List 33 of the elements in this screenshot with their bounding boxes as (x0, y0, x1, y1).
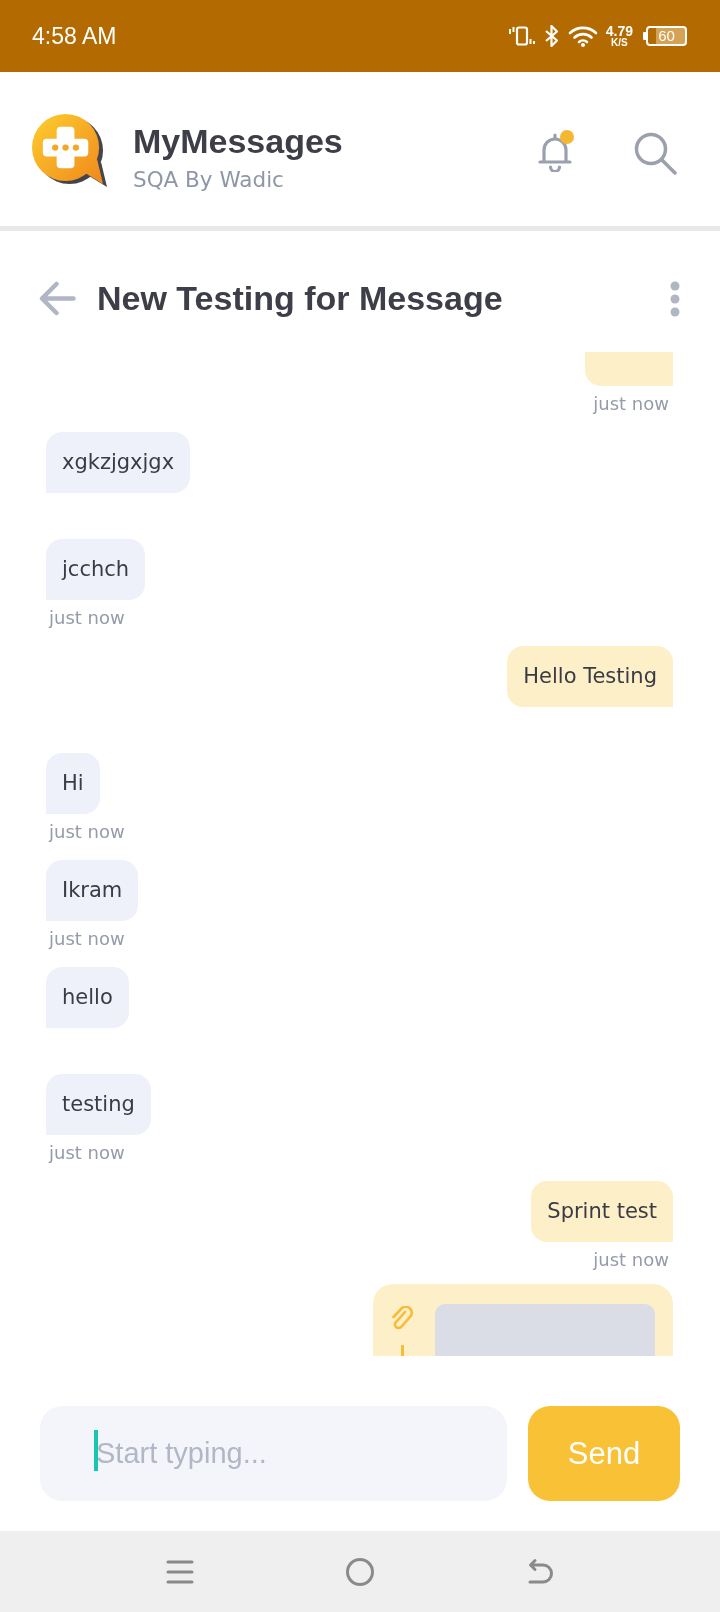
timestamp: just now (593, 1249, 669, 1271)
message-bubble: testing (46, 1074, 151, 1135)
timestamp: just now (593, 393, 669, 415)
message-input[interactable]: Start typing... (40, 1406, 507, 1501)
message-bubble: jcchch (46, 539, 146, 600)
search-icon[interactable] (634, 132, 677, 175)
message-bubble: Ikram (46, 860, 139, 921)
bluetooth-icon (543, 25, 560, 47)
timestamp: just now (49, 607, 125, 629)
app-title: MyMessages (133, 122, 343, 160)
message-bubble: Hi (46, 753, 100, 814)
bell-icon[interactable] (536, 132, 574, 172)
app-subtitle: SQA By Wadic (133, 167, 284, 193)
back-arrow-icon[interactable] (39, 280, 76, 317)
message-bubble: Hello Testing (507, 646, 673, 707)
more-options-icon[interactable] (670, 280, 680, 317)
chat-bubble-logo-icon (31, 113, 108, 188)
timestamp: just now (49, 821, 125, 843)
network-speed: 4.79 (605, 24, 633, 38)
wifi-icon (567, 25, 598, 47)
battery-percent: 60 (658, 28, 675, 44)
message-bubble: Sprint test (531, 1181, 673, 1242)
timestamp: just now (49, 928, 125, 950)
send-button[interactable]: Send (528, 1406, 680, 1501)
conversation-title: New Testing for Message (97, 279, 503, 318)
message-bubble: hello (46, 967, 129, 1028)
home-circle-icon[interactable] (346, 1557, 374, 1586)
vibrate-icon (507, 26, 536, 46)
timestamp: just now (49, 1142, 125, 1164)
speed-unit: K/S (611, 38, 628, 48)
back-icon[interactable] (526, 1557, 554, 1586)
message-bubble: xgkzjgxjgx (46, 432, 191, 493)
clock-time: 4:58 AM (32, 22, 117, 50)
